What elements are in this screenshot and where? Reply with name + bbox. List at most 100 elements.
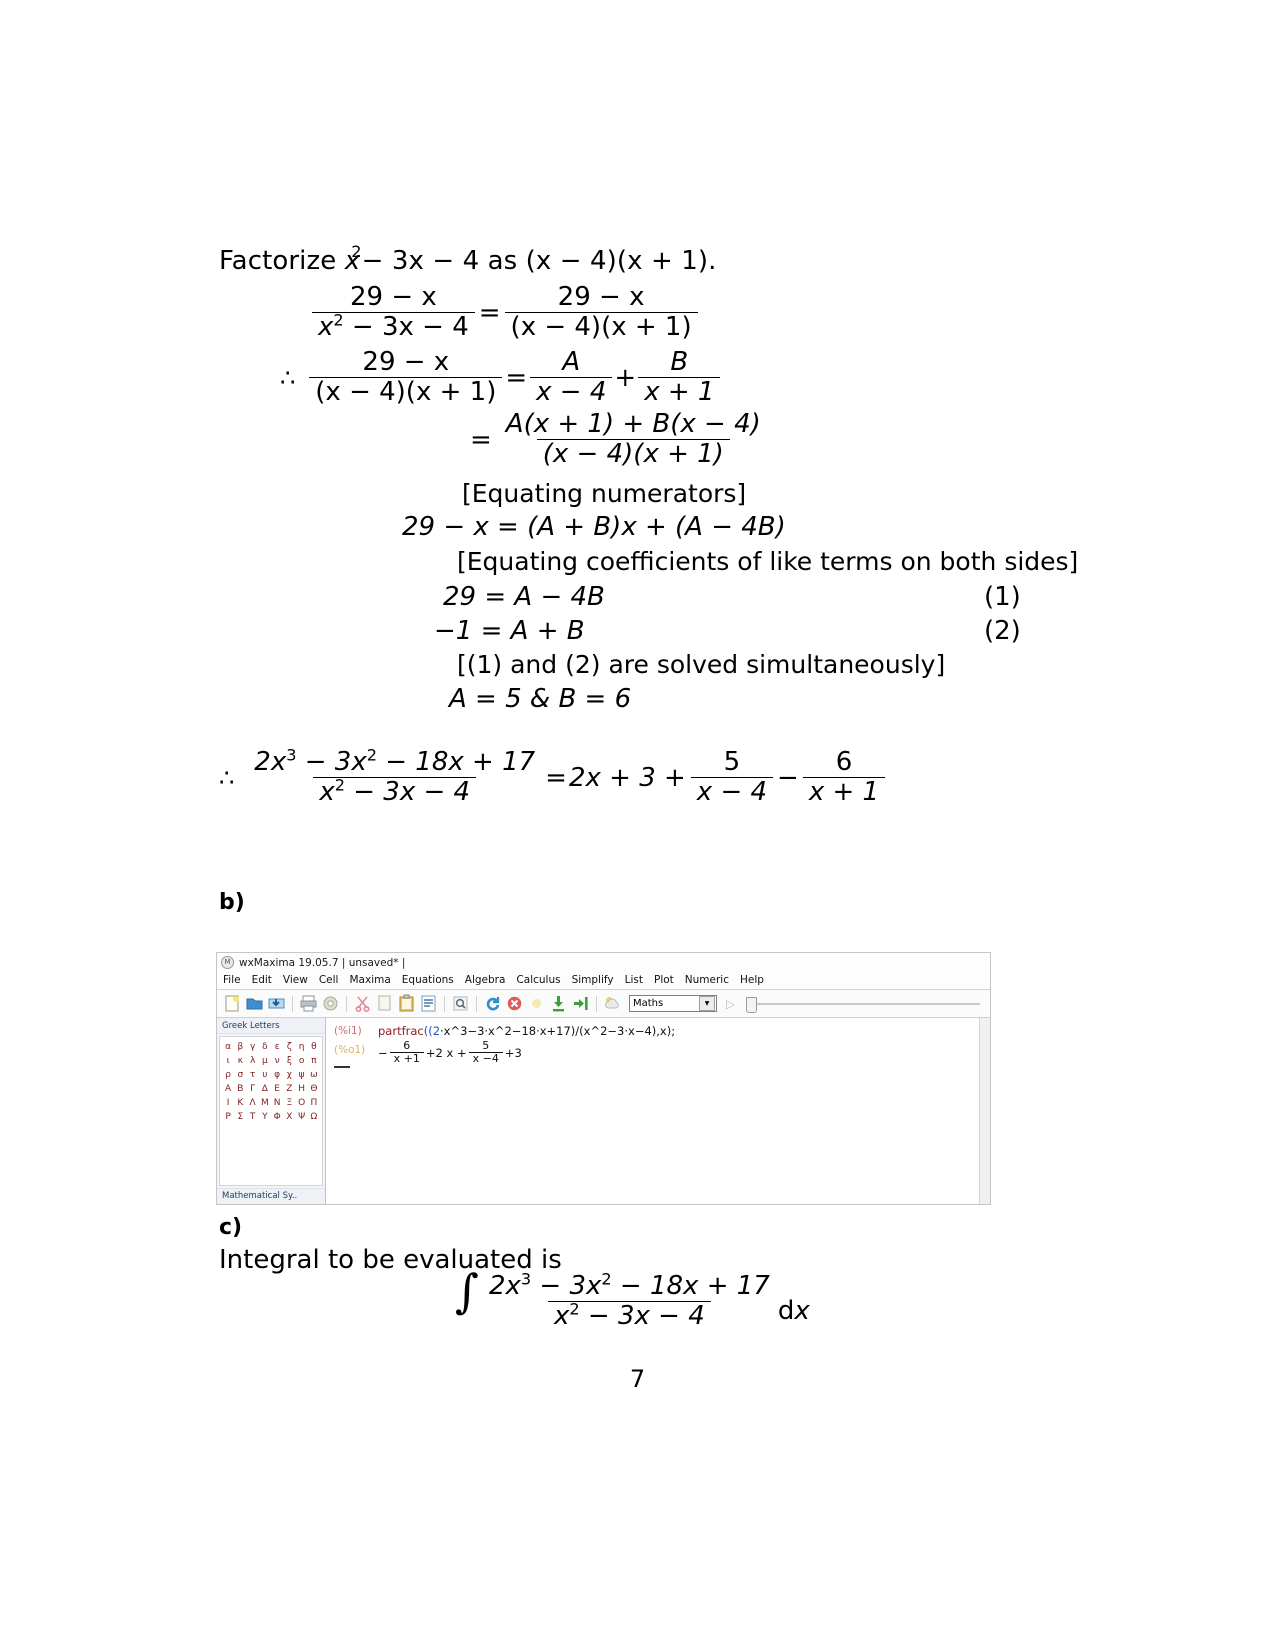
greek-char[interactable]: ι	[223, 1054, 234, 1068]
save-icon[interactable]	[267, 994, 286, 1013]
greek-char[interactable]: κ	[235, 1054, 246, 1068]
wxmaxima-toolbar[interactable]: Maths ▼ ▷	[217, 990, 990, 1018]
greek-char[interactable]: φ	[272, 1068, 283, 1082]
menu-simplify[interactable]: Simplify	[572, 974, 623, 986]
menu-numeric[interactable]: Numeric	[685, 974, 738, 986]
greek-char[interactable]: Λ	[247, 1096, 258, 1110]
greek-char[interactable]: Γ	[247, 1082, 258, 1096]
input-cell-row[interactable]: (%i1) partfrac((2·x^3−3·x^2−18·x+17)/(x^…	[334, 1024, 979, 1038]
greek-char[interactable]: τ	[247, 1068, 258, 1082]
greek-char[interactable]: θ	[308, 1040, 319, 1054]
evaluate-all-cells-icon[interactable]	[549, 994, 568, 1013]
menu-cell[interactable]: Cell	[319, 974, 348, 986]
wxmaxima-menu-bar[interactable]: File Edit View Cell Maxima Equations Alg…	[217, 971, 990, 990]
greek-char[interactable]: Μ	[259, 1096, 270, 1110]
greek-char[interactable]: Χ	[284, 1110, 295, 1124]
greek-char[interactable]: η	[296, 1040, 307, 1054]
worksheet-vertical-scrollbar[interactable]	[979, 1018, 990, 1204]
greek-char[interactable]: ν	[272, 1054, 283, 1068]
greek-char[interactable]: π	[308, 1054, 319, 1068]
greek-char[interactable]: ξ	[284, 1054, 295, 1068]
greek-char[interactable]: Ω	[308, 1110, 319, 1124]
greek-char[interactable]: Τ	[247, 1110, 258, 1124]
greek-letters-panel[interactable]: Greek Letters α β γ δ ε ζ η θ ι κ λ μ ν …	[217, 1018, 326, 1204]
greek-row[interactable]: ι κ λ μ ν ξ ο π	[222, 1054, 320, 1068]
greek-char[interactable]: Ο	[296, 1096, 307, 1110]
greek-char[interactable]: Ρ	[223, 1110, 234, 1124]
greek-char[interactable]: Ε	[272, 1082, 283, 1096]
play-icon[interactable]: ▷	[726, 997, 735, 1011]
greek-char[interactable]: α	[223, 1040, 234, 1054]
greek-char[interactable]: χ	[284, 1068, 295, 1082]
greek-char[interactable]: ζ	[284, 1040, 295, 1054]
chevron-down-icon[interactable]: ▼	[699, 996, 715, 1011]
paste-clipboard-icon[interactable]	[397, 994, 416, 1013]
greek-char[interactable]: Α	[223, 1082, 234, 1096]
menu-plot[interactable]: Plot	[654, 974, 683, 986]
greek-row[interactable]: α β γ δ ε ζ η θ	[222, 1040, 320, 1054]
greek-char[interactable]: Δ	[259, 1082, 270, 1096]
menu-algebra[interactable]: Algebra	[465, 974, 515, 986]
new-document-icon[interactable]	[223, 994, 242, 1013]
select-all-icon[interactable]	[419, 994, 438, 1013]
input-cell-expression[interactable]: partfrac((2·x^3−3·x^2−18·x+17)/(x^2−3·x−…	[378, 1024, 675, 1038]
greek-char[interactable]: ε	[272, 1040, 283, 1054]
menu-view[interactable]: View	[283, 974, 317, 986]
greek-char[interactable]: Σ	[235, 1110, 246, 1124]
greek-char[interactable]: υ	[259, 1068, 270, 1082]
greek-row[interactable]: Ι Κ Λ Μ Ν Ξ Ο Π	[222, 1096, 320, 1110]
greek-letters-grid[interactable]: α β γ δ ε ζ η θ ι κ λ μ ν ξ ο π ρ σ τ υ …	[219, 1036, 323, 1186]
greek-char[interactable]: ω	[308, 1068, 319, 1082]
mathematical-symbols-header[interactable]: Mathematical Sy..	[217, 1188, 325, 1204]
greek-char[interactable]: ψ	[296, 1068, 307, 1082]
print-icon[interactable]	[299, 994, 318, 1013]
greek-char[interactable]: Ν	[272, 1096, 283, 1110]
menu-edit[interactable]: Edit	[252, 974, 281, 986]
greek-char[interactable]: σ	[235, 1068, 246, 1082]
wxmaxima-worksheet[interactable]: (%i1) partfrac((2·x^3−3·x^2−18·x+17)/(x^…	[326, 1018, 979, 1204]
evaluate-cell-icon[interactable]	[527, 994, 546, 1013]
copy-icon[interactable]	[375, 994, 394, 1013]
greek-char[interactable]: Κ	[235, 1096, 246, 1110]
greek-row[interactable]: Α Β Γ Δ Ε Ζ Η Θ	[222, 1082, 320, 1096]
greek-char[interactable]: ρ	[223, 1068, 234, 1082]
slider-thumb[interactable]	[746, 996, 758, 1013]
greek-char[interactable]: Φ	[272, 1110, 283, 1124]
restart-maxima-icon[interactable]	[483, 994, 502, 1013]
find-magnifier-icon[interactable]	[451, 994, 470, 1013]
greek-char[interactable]: γ	[247, 1040, 258, 1054]
greek-char[interactable]: Ι	[223, 1096, 234, 1110]
menu-calculus[interactable]: Calculus	[516, 974, 569, 986]
greek-char[interactable]: β	[235, 1040, 246, 1054]
greek-char[interactable]: Η	[296, 1082, 307, 1096]
cut-scissors-icon[interactable]	[353, 994, 372, 1013]
greek-char[interactable]: Θ	[308, 1082, 319, 1096]
menu-list[interactable]: List	[625, 974, 652, 986]
greek-char[interactable]: Υ	[259, 1110, 270, 1124]
help-weather-icon[interactable]	[603, 994, 622, 1013]
greek-char[interactable]: λ	[247, 1054, 258, 1068]
greek-row[interactable]: Ρ Σ Τ Υ Φ Χ Ψ Ω	[222, 1110, 320, 1124]
evaluate-until-here-icon[interactable]	[571, 994, 590, 1013]
output-cell-row[interactable]: (%o1) − 6 x +1 +2 x + 5 x −4 +3	[334, 1038, 979, 1065]
greek-char[interactable]: Β	[235, 1082, 246, 1096]
greek-row[interactable]: ρ σ τ υ φ χ ψ ω	[222, 1068, 320, 1082]
interrupt-stop-icon[interactable]	[505, 994, 524, 1013]
greek-char[interactable]: ο	[296, 1054, 307, 1068]
menu-file[interactable]: File	[223, 974, 250, 986]
wxmaxima-window[interactable]: M wxMaxima 19.05.7 | unsaved* | File Edi…	[216, 952, 991, 1205]
greek-char[interactable]: Ξ	[284, 1096, 295, 1110]
open-folder-icon[interactable]	[245, 994, 264, 1013]
menu-help[interactable]: Help	[740, 974, 773, 986]
greek-char[interactable]: δ	[259, 1040, 270, 1054]
greek-char[interactable]: Ζ	[284, 1082, 295, 1096]
menu-equations[interactable]: Equations	[402, 974, 463, 986]
greek-char[interactable]: Ψ	[296, 1110, 307, 1124]
zoom-slider[interactable]	[744, 996, 980, 1013]
greek-char[interactable]: Π	[308, 1096, 319, 1110]
preferences-gear-icon[interactable]	[321, 994, 340, 1013]
cell-caret-marker[interactable]	[334, 1066, 350, 1068]
menu-maxima[interactable]: Maxima	[349, 974, 399, 986]
greek-char[interactable]: μ	[259, 1054, 270, 1068]
cell-style-select[interactable]: Maths ▼	[629, 995, 717, 1012]
